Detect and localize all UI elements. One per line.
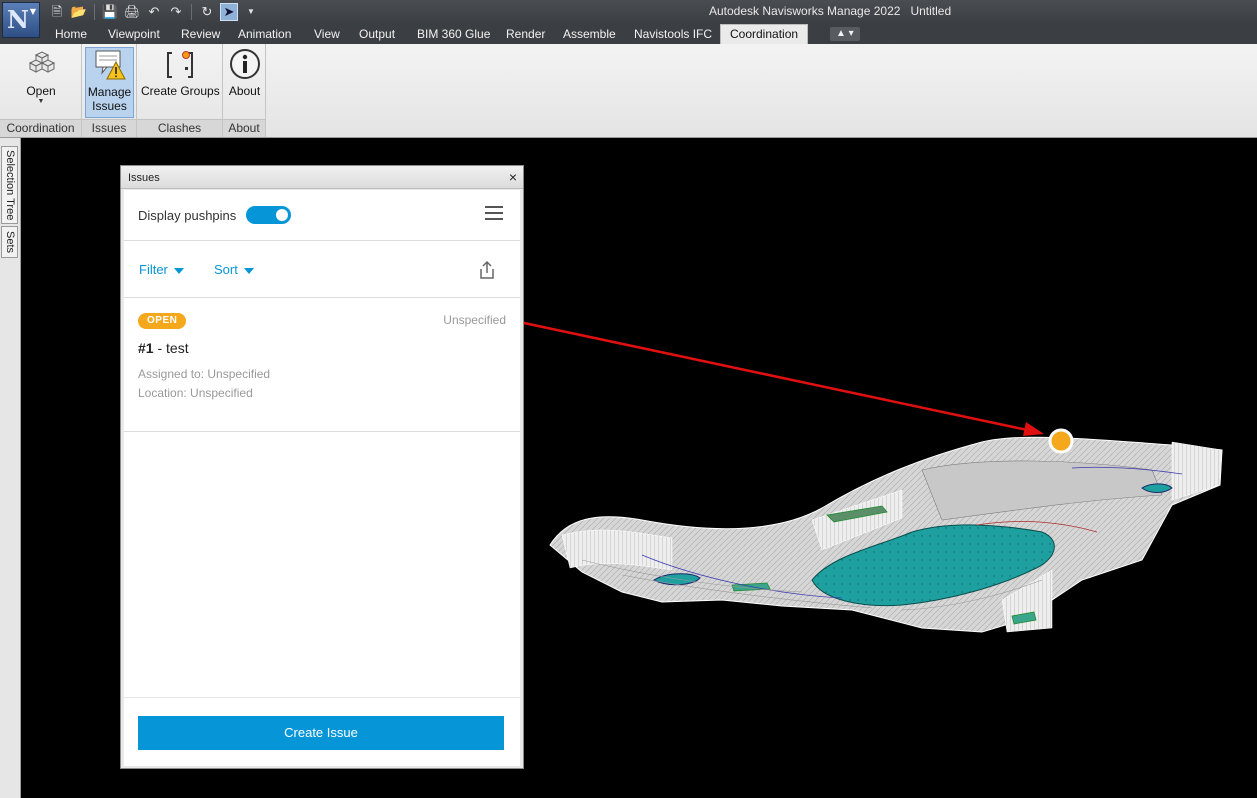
select-cursor-icon[interactable]: ➤ xyxy=(220,3,238,21)
redo-icon[interactable]: ↷ xyxy=(167,3,185,21)
panel-coordination: Open ▼ Coordination xyxy=(0,44,82,137)
undo-icon[interactable]: ↶ xyxy=(145,3,163,21)
application-menu-button[interactable]: N ▼ xyxy=(2,2,40,38)
about-label: About xyxy=(228,84,261,98)
caret-down-icon xyxy=(173,267,184,274)
annotation-arrowhead xyxy=(1023,422,1044,436)
panel-label-about: About xyxy=(223,119,265,137)
chevron-down-icon: ▼ xyxy=(29,6,36,16)
tab-sets[interactable]: Sets xyxy=(1,226,18,258)
manage-issues-label-1: Manage xyxy=(87,85,132,99)
manage-issues-label-2: Issues xyxy=(92,99,127,113)
caret-down-icon xyxy=(243,267,254,274)
toolbar-separator xyxy=(191,4,192,20)
new-file-icon[interactable]: 🗎 xyxy=(48,3,66,21)
panel-label-coordination: Coordination xyxy=(0,119,81,137)
display-pushpins-label: Display pushpins xyxy=(138,208,237,223)
ribbon-tab-bar: Home Viewpoint Review Animation View Out… xyxy=(0,24,1257,44)
sort-dropdown[interactable]: Sort xyxy=(214,262,254,277)
export-share-icon[interactable] xyxy=(478,260,496,280)
panel-clashes: Create Groups Clashes xyxy=(137,44,223,137)
quick-access-toolbar: 🗎 📂 💾 🖨 ↶ ↷ ↻ ➤ ▼ xyxy=(48,3,260,21)
customize-toolbar-chevron-icon[interactable]: ▼ xyxy=(242,3,260,21)
create-groups-button[interactable]: Create Groups xyxy=(141,47,220,98)
info-icon xyxy=(229,49,260,79)
issue-number: #1 xyxy=(138,340,154,356)
refresh-icon[interactable]: ↻ xyxy=(198,3,216,21)
issues-panel-footer: Create Issue xyxy=(124,697,520,766)
tab-coordination[interactable]: Coordination xyxy=(720,24,809,44)
issue-assigned-to: Assigned to: Unspecified xyxy=(138,367,271,381)
tab-home[interactable]: Home xyxy=(55,24,87,44)
hamburger-menu-icon[interactable] xyxy=(485,206,503,221)
issue-pushpin-icon[interactable] xyxy=(1048,428,1074,454)
terrain-wall xyxy=(1171,441,1223,501)
app-logo-letter: N xyxy=(7,5,29,34)
annotation-arrow xyxy=(509,318,1033,433)
issues-panel-body: Display pushpins Filter Sort OPEN Unspec… xyxy=(124,190,520,766)
filter-label: Filter xyxy=(139,262,168,277)
tab-view[interactable]: View xyxy=(314,24,340,44)
open-button[interactable]: Open ▼ xyxy=(10,47,72,106)
tab-output[interactable]: Output xyxy=(359,24,395,44)
window-title: Autodesk Navisworks Manage 2022 Untitled xyxy=(709,4,951,18)
tab-viewpoint[interactable]: Viewpoint xyxy=(108,24,160,44)
open-folder-icon[interactable]: 📂 xyxy=(70,3,88,21)
create-groups-label: Create Groups xyxy=(141,84,220,98)
document-name: Untitled xyxy=(910,4,952,18)
tab-animation[interactable]: Animation xyxy=(238,24,291,44)
left-dock: Selection Tree Sets xyxy=(0,138,21,798)
issue-title: #1 - test xyxy=(138,340,189,356)
issue-type: Unspecified xyxy=(443,313,506,327)
save-icon[interactable]: 💾 xyxy=(101,3,119,21)
issue-list-item[interactable]: OPEN Unspecified #1 - test Assigned to: … xyxy=(124,298,520,432)
app-name: Autodesk Navisworks Manage 2022 xyxy=(709,4,901,18)
open-model-icon xyxy=(28,51,56,73)
ribbon: Open ▼ Coordination Manage Issues Issues xyxy=(0,44,1257,138)
print-icon[interactable]: 🖨 xyxy=(123,3,141,21)
tab-selection-tree[interactable]: Selection Tree xyxy=(1,146,18,224)
open-button-label: Open xyxy=(26,84,56,98)
chevron-down-icon: ▼ xyxy=(37,98,45,105)
title-bar: 🗎 📂 💾 🖨 ↶ ↷ ↻ ➤ ▼ Autodesk Navisworks Ma… xyxy=(0,0,1257,24)
tab-bim360-glue[interactable]: BIM 360 Glue xyxy=(417,24,490,44)
issues-panel-header: Issues × xyxy=(121,166,523,189)
toggle-knob xyxy=(276,209,288,221)
panel-label-clashes: Clashes xyxy=(137,119,222,137)
tab-review[interactable]: Review xyxy=(181,24,220,44)
status-badge: OPEN xyxy=(138,313,187,329)
create-groups-icon xyxy=(167,51,193,78)
tab-assemble[interactable]: Assemble xyxy=(563,24,616,44)
issue-name: - test xyxy=(153,340,189,356)
tab-render[interactable]: Render xyxy=(506,24,545,44)
about-button[interactable]: About xyxy=(225,47,264,98)
toolbar-separator xyxy=(94,4,95,20)
issues-panel: Issues × Display pushpins Filter Sort OP… xyxy=(120,165,524,769)
filter-sort-row: Filter Sort xyxy=(124,241,520,298)
create-issue-button[interactable]: Create Issue xyxy=(138,716,504,750)
panel-about: About About xyxy=(223,44,266,137)
issue-location: Location: Unspecified xyxy=(138,386,253,400)
panel-issues: Manage Issues Issues xyxy=(82,44,137,137)
close-icon[interactable]: × xyxy=(509,168,517,186)
issues-panel-title: Issues xyxy=(128,172,160,184)
manage-issues-button[interactable]: Manage Issues xyxy=(85,47,134,118)
pushpin-toggle-row: Display pushpins xyxy=(124,190,520,241)
display-pushpins-toggle[interactable] xyxy=(246,206,291,224)
manage-issues-icon xyxy=(95,50,126,80)
panel-label-issues: Issues xyxy=(82,119,136,137)
ribbon-display-options-icon[interactable]: ▲ ▾ xyxy=(830,27,860,41)
tab-navistools-ifc[interactable]: Navistools IFC xyxy=(634,24,712,44)
sort-label: Sort xyxy=(214,262,238,277)
filter-dropdown[interactable]: Filter xyxy=(139,262,184,277)
